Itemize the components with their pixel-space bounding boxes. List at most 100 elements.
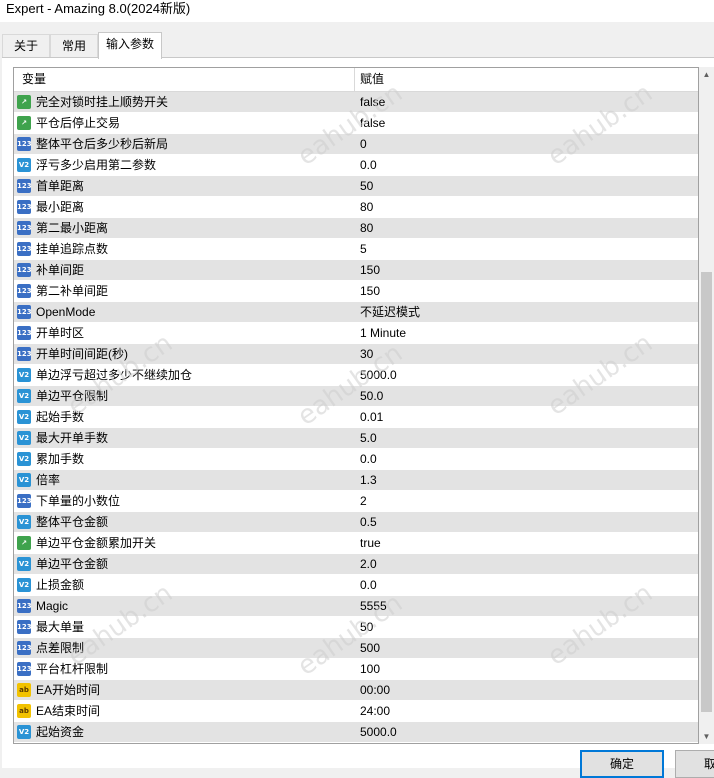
parameter-value[interactable]: 150 — [360, 260, 380, 281]
parameter-row[interactable]: V2 单边平仓金额 2.0 — [14, 554, 698, 575]
parameter-row[interactable]: 123 最小距离 80 — [14, 197, 698, 218]
parameter-value[interactable]: 0.0 — [360, 575, 377, 596]
parameter-row[interactable]: V2 浮亏多少启用第二参数 0.0 — [14, 155, 698, 176]
parameter-row[interactable]: 123 最大单量 50 — [14, 617, 698, 638]
column-header-variable[interactable]: 变量 — [22, 68, 46, 91]
double-param-icon: V2 — [17, 473, 31, 487]
parameter-value[interactable]: 500 — [360, 638, 380, 659]
parameter-value[interactable]: 50 — [360, 176, 373, 197]
parameter-name: 开单时间间距(秒) — [36, 347, 128, 361]
parameter-value[interactable]: 150 — [360, 281, 380, 302]
double-param-icon: V2 — [17, 725, 31, 739]
bool-param-icon: ↗ — [17, 536, 31, 550]
scroll-down-icon[interactable]: ▼ — [699, 729, 714, 744]
double-param-icon: V2 — [17, 452, 31, 466]
parameter-row[interactable]: 123 开单时间间距(秒) 30 — [14, 344, 698, 365]
parameter-name: 止损金额 — [36, 578, 85, 592]
parameter-row[interactable]: ↗ 平仓后停止交易 false — [14, 113, 698, 134]
parameter-value[interactable]: 2 — [360, 491, 367, 512]
vertical-scrollbar[interactable]: ▲ ▼ — [699, 67, 714, 744]
integer-param-icon: 123 — [17, 137, 32, 151]
parameter-row[interactable]: ab EA开始时间 00:00 — [14, 680, 698, 701]
parameter-value[interactable]: false — [360, 92, 385, 113]
parameter-name: 平台杠杆限制 — [36, 662, 109, 676]
parameter-row[interactable]: 123 开单时区 1 Minute — [14, 323, 698, 344]
parameter-value[interactable]: 100 — [360, 659, 380, 680]
parameter-value[interactable]: 1.3 — [360, 470, 377, 491]
parameter-row[interactable]: 123 点差限制 500 — [14, 638, 698, 659]
parameter-row[interactable]: 123 Magic 5555 — [14, 596, 698, 617]
parameter-name: 单边平仓金额 — [36, 557, 109, 571]
parameter-row[interactable]: V2 累加手数 0.0 — [14, 449, 698, 470]
parameter-row[interactable]: 123 第二最小距离 80 — [14, 218, 698, 239]
parameter-name: 挂单追踪点数 — [36, 242, 109, 256]
tab-common[interactable]: 常用 — [50, 34, 98, 58]
parameter-value[interactable]: 2.0 — [360, 554, 377, 575]
parameter-value[interactable]: 0.01 — [360, 407, 383, 428]
double-param-icon: V2 — [17, 578, 31, 592]
scroll-thumb[interactable] — [701, 272, 712, 712]
parameter-value[interactable]: 5.0 — [360, 428, 377, 449]
parameter-row[interactable]: V2 倍率 1.3 — [14, 470, 698, 491]
parameter-value[interactable]: 0.0 — [360, 449, 377, 470]
parameter-value[interactable]: true — [360, 533, 381, 554]
parameter-value[interactable]: 80 — [360, 197, 373, 218]
parameter-row[interactable]: V2 最大开单手数 5.0 — [14, 428, 698, 449]
parameter-value[interactable]: 50.0 — [360, 386, 383, 407]
integer-param-icon: 123 — [17, 494, 32, 508]
parameter-row[interactable]: V2 整体平仓金额 0.5 — [14, 512, 698, 533]
column-divider[interactable] — [354, 68, 355, 91]
parameter-row[interactable]: V2 单边平仓限制 50.0 — [14, 386, 698, 407]
parameter-value[interactable]: 不延迟模式 — [360, 302, 420, 323]
parameter-value[interactable]: 24:00 — [360, 701, 390, 722]
integer-param-icon: 123 — [17, 200, 32, 214]
parameter-row[interactable]: 123 下单量的小数位 2 — [14, 491, 698, 512]
integer-param-icon: 123 — [17, 305, 32, 319]
parameter-value[interactable]: 0.5 — [360, 512, 377, 533]
parameter-value[interactable]: 5 — [360, 239, 367, 260]
parameter-value[interactable]: 5555 — [360, 596, 387, 617]
parameter-row[interactable]: 123 整体平仓后多少秒后新局 0 — [14, 134, 698, 155]
parameter-row[interactable]: V2 起始资金 5000.0 — [14, 722, 698, 743]
parameter-value[interactable]: false — [360, 113, 385, 134]
parameter-name: 补单间距 — [36, 263, 85, 277]
parameter-row[interactable]: 123 补单间距 150 — [14, 260, 698, 281]
parameter-row[interactable]: 123 平台杠杆限制 100 — [14, 659, 698, 680]
parameter-name: 单边平仓限制 — [36, 389, 109, 403]
parameter-row[interactable]: 123 挂单追踪点数 5 — [14, 239, 698, 260]
parameter-name: 起始资金 — [36, 725, 85, 739]
integer-param-icon: 123 — [17, 347, 32, 361]
parameter-value[interactable]: 0 — [360, 134, 367, 155]
parameter-name: 完全对锁时挂上顺势开关 — [36, 95, 169, 109]
parameter-name: 最小距离 — [36, 200, 85, 214]
parameter-row[interactable]: V2 单边浮亏超过多少不继续加仓 5000.0 — [14, 365, 698, 386]
ok-button[interactable]: 确定 — [580, 750, 664, 778]
parameter-row[interactable]: ab EA结束时间 24:00 — [14, 701, 698, 722]
parameter-row[interactable]: V2 止损金额 0.0 — [14, 575, 698, 596]
integer-param-icon: 123 — [17, 179, 32, 193]
parameter-row[interactable]: V2 起始手数 0.01 — [14, 407, 698, 428]
parameter-row[interactable]: 123 第二补单间距 150 — [14, 281, 698, 302]
parameter-name: 起始手数 — [36, 410, 85, 424]
parameter-value[interactable]: 1 Minute — [360, 323, 406, 344]
parameter-name: 整体平仓后多少秒后新局 — [36, 137, 169, 151]
parameter-row[interactable]: ↗ 单边平仓金额累加开关 true — [14, 533, 698, 554]
tab-about[interactable]: 关于 — [2, 34, 50, 58]
parameter-value[interactable]: 5000.0 — [360, 365, 397, 386]
integer-param-icon: 123 — [17, 221, 32, 235]
scroll-up-icon[interactable]: ▲ — [699, 67, 714, 82]
parameter-value[interactable]: 0.0 — [360, 155, 377, 176]
cancel-button[interactable]: 取 — [675, 750, 714, 778]
parameter-value[interactable]: 00:00 — [360, 680, 390, 701]
parameters-grid: 变量 赋值 ↗ 完全对锁时挂上顺势开关 false ↗ 平仓后停止交易 false 123 整… — [13, 67, 699, 744]
parameter-row[interactable]: ↗ 完全对锁时挂上顺势开关 false — [14, 92, 698, 113]
tab-inputs[interactable]: 输入参数 — [98, 32, 162, 59]
parameter-value[interactable]: 50 — [360, 617, 373, 638]
column-header-value[interactable]: 赋值 — [360, 68, 384, 91]
parameter-row[interactable]: 123 首单距离 50 — [14, 176, 698, 197]
parameter-value[interactable]: 30 — [360, 344, 373, 365]
grid-header: 变量 赋值 — [14, 68, 698, 92]
parameter-value[interactable]: 80 — [360, 218, 373, 239]
parameter-row[interactable]: 123 OpenMode 不延迟模式 — [14, 302, 698, 323]
parameter-value[interactable]: 5000.0 — [360, 722, 397, 743]
